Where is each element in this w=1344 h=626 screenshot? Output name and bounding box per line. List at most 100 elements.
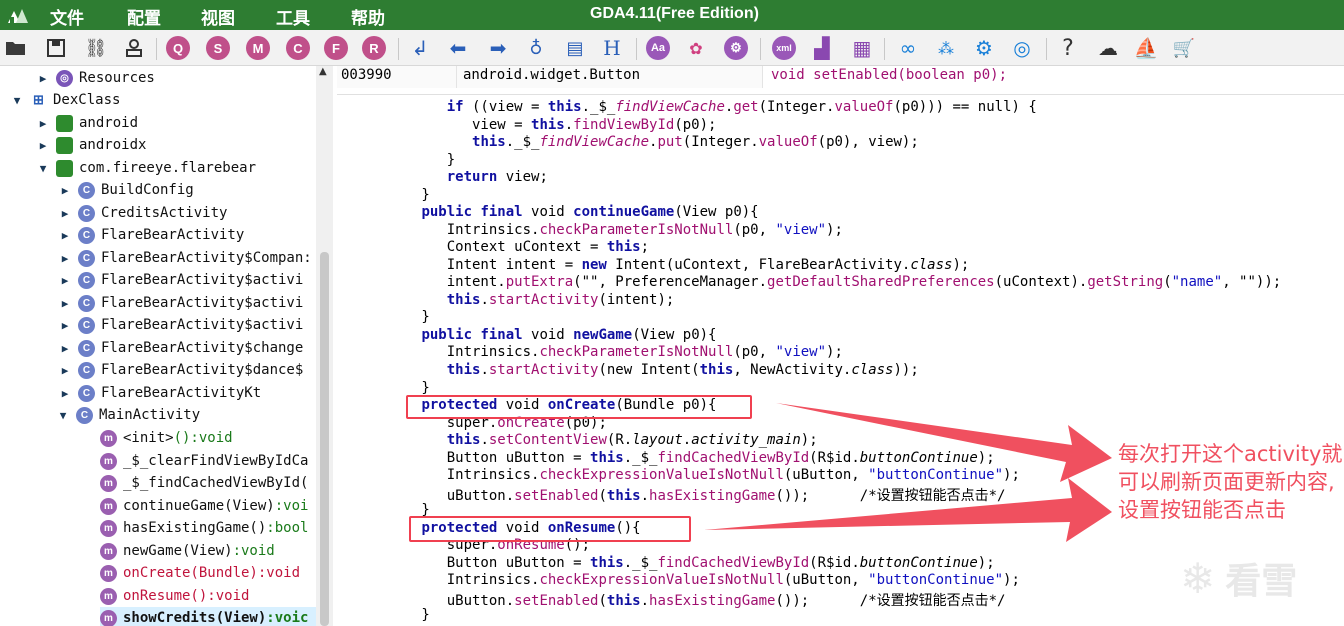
- tree-node-package[interactable]: ▼ com.fireeye.flarebear: [36, 157, 256, 179]
- code-token: "buttonContinue": [868, 467, 1004, 483]
- expand-arrow-icon[interactable]: ▶: [58, 228, 72, 242]
- code-token: (View p0){: [632, 327, 717, 343]
- search-q-icon[interactable]: Q: [166, 36, 190, 60]
- expand-arrow-icon[interactable]: ▶: [58, 296, 72, 310]
- tree-method[interactable]: m _$_findCachedViewById(: [100, 472, 308, 494]
- code-token: valueOf: [758, 134, 818, 150]
- graph-icon[interactable]: ✿: [684, 36, 708, 60]
- windows-icon[interactable]: ▦: [850, 36, 874, 60]
- collapse-arrow-icon[interactable]: ▼: [56, 408, 70, 422]
- expand-arrow-icon[interactable]: ▶: [36, 138, 50, 152]
- menu-tools[interactable]: 工具: [276, 4, 310, 29]
- settings-icon[interactable]: ⚙: [724, 36, 748, 60]
- code-token: }: [413, 380, 430, 396]
- tree-method[interactable]: m newGame(View):void: [100, 540, 275, 562]
- tree-node-class[interactable]: ▶ C FlareBearActivity$activi: [58, 269, 303, 291]
- toolbar-separator: [636, 38, 637, 60]
- android-icon[interactable]: ▟: [810, 36, 834, 60]
- search-class-icon[interactable]: C: [286, 36, 310, 60]
- link-icon[interactable]: ⛓: [84, 36, 108, 60]
- document-icon[interactable]: ▤: [563, 36, 587, 60]
- bulb-icon[interactable]: ♁: [524, 36, 548, 60]
- tree-method-oncreate[interactable]: m onCreate(Bundle):void: [100, 562, 300, 584]
- cloud-icon[interactable]: ☁: [1096, 36, 1120, 60]
- tree-node-class[interactable]: ▶ C FlareBearActivity$dance$: [58, 359, 303, 381]
- expand-arrow-icon[interactable]: ▶: [58, 318, 72, 332]
- code-view[interactable]: if ((view = this._$_findViewCache.get(In…: [337, 94, 1344, 626]
- method-signature: ():void: [173, 430, 233, 446]
- expand-arrow-icon[interactable]: ▶: [58, 386, 72, 400]
- tree-node-class[interactable]: ▶ C BuildConfig: [58, 179, 194, 201]
- code-token: Intent intent =: [413, 257, 582, 273]
- tree-node-dexclass[interactable]: ▼ ⊞ DexClass: [10, 89, 121, 111]
- tree-node-class[interactable]: ▶ C FlareBearActivity$activi: [58, 292, 303, 314]
- tree-node-class-mainactivity[interactable]: ▼ C MainActivity: [56, 404, 200, 426]
- scrollbar-thumb[interactable]: [320, 252, 329, 626]
- tree-method[interactable]: m _$_clearFindViewByIdCa: [100, 450, 308, 472]
- menu-help[interactable]: 帮助: [351, 4, 385, 29]
- user-icon[interactable]: [122, 36, 146, 60]
- nodes-icon[interactable]: ⁂: [934, 36, 958, 60]
- expand-arrow-icon[interactable]: ▶: [58, 206, 72, 220]
- tree-method-init[interactable]: m <init> ():void: [100, 427, 233, 449]
- code-token: (new Intent(: [598, 362, 700, 378]
- tree-method-showcredits[interactable]: m showCredits(View):voic: [100, 607, 316, 626]
- method-icon: m: [100, 519, 117, 537]
- gear-outline-icon[interactable]: ⚙: [972, 36, 996, 60]
- save-icon[interactable]: [44, 36, 68, 60]
- class-tree[interactable]: ▶ ◎ Resources ▼ ⊞ DexClass ▶ android ▶ a…: [0, 66, 333, 626]
- expand-arrow-icon[interactable]: ▶: [58, 363, 72, 377]
- expand-arrow-icon[interactable]: ▶: [36, 71, 50, 85]
- code-token: (: [1163, 274, 1172, 290]
- menu-file[interactable]: 文件: [50, 4, 84, 29]
- tree-node-class[interactable]: ▶ C FlareBearActivity$Compan:: [58, 247, 312, 269]
- tree-node-class[interactable]: ▶ C CreditsActivity: [58, 202, 227, 224]
- expand-arrow-icon[interactable]: ▶: [58, 273, 72, 287]
- cart-icon[interactable]: 🛒: [1172, 36, 1196, 60]
- expand-arrow-icon[interactable]: ▶: [58, 251, 72, 265]
- expand-arrow-icon[interactable]: ▶: [58, 183, 72, 197]
- tree-node-class[interactable]: ▶ C FlareBearActivity$activi: [58, 314, 303, 336]
- tree-node-class[interactable]: ▶ C FlareBearActivity: [58, 224, 244, 246]
- open-folder-icon[interactable]: [4, 36, 28, 60]
- tree-node-resources[interactable]: ▶ ◎ Resources: [36, 67, 155, 89]
- code-token: this: [590, 555, 624, 571]
- search-method-icon[interactable]: M: [246, 36, 270, 60]
- search-string-icon[interactable]: S: [206, 36, 230, 60]
- goto-icon[interactable]: ↲: [408, 36, 432, 60]
- forward-arrow-icon[interactable]: ➡: [486, 36, 510, 60]
- code-token: putExtra: [505, 274, 574, 290]
- help-icon[interactable]: ?: [1056, 36, 1080, 61]
- expand-arrow-icon[interactable]: ▶: [58, 341, 72, 355]
- tree-scrollbar[interactable]: ▲: [316, 66, 333, 626]
- collapse-arrow-icon[interactable]: ▼: [36, 161, 50, 175]
- search-field-icon[interactable]: F: [324, 36, 348, 60]
- tree-method[interactable]: m continueGame(View):voi: [100, 495, 308, 517]
- tree-node-package[interactable]: ▶ android: [36, 112, 138, 134]
- menu-config[interactable]: 配置: [127, 4, 161, 29]
- fingerprint-icon[interactable]: ◎: [1010, 36, 1034, 60]
- code-token: (p0))) == null) {: [893, 99, 1037, 115]
- tree-node-class[interactable]: ▶ C FlareBearActivityKt: [58, 382, 261, 404]
- method-icon: m: [100, 474, 117, 492]
- menu-view[interactable]: 视图: [201, 4, 235, 29]
- scroll-up-icon[interactable]: ▲: [319, 66, 327, 77]
- search-resource-icon[interactable]: R: [362, 36, 386, 60]
- xml-icon[interactable]: xml: [772, 36, 796, 60]
- back-arrow-icon[interactable]: ⬅: [446, 36, 470, 60]
- code-token: public final: [421, 327, 523, 343]
- hex-icon[interactable]: H: [600, 36, 624, 60]
- code-token: Intrinsics.: [413, 467, 540, 483]
- toolbar-separator: [1046, 38, 1047, 60]
- tree-method-onresume[interactable]: m onResume():void: [100, 585, 249, 607]
- ship-icon[interactable]: ⛵: [1134, 36, 1159, 60]
- tree-method[interactable]: m hasExistingGame():bool: [100, 517, 308, 539]
- aa-icon[interactable]: Aa: [646, 36, 670, 60]
- code-token: "buttonContinue": [868, 572, 1004, 588]
- collapse-arrow-icon[interactable]: ▼: [10, 93, 24, 107]
- infinity-icon[interactable]: ∞: [896, 36, 920, 60]
- tree-node-class[interactable]: ▶ C FlareBearActivity$change: [58, 337, 303, 359]
- expand-arrow-icon[interactable]: ▶: [36, 116, 50, 130]
- toolbar-separator: [760, 38, 761, 60]
- tree-node-package[interactable]: ▶ androidx: [36, 134, 146, 156]
